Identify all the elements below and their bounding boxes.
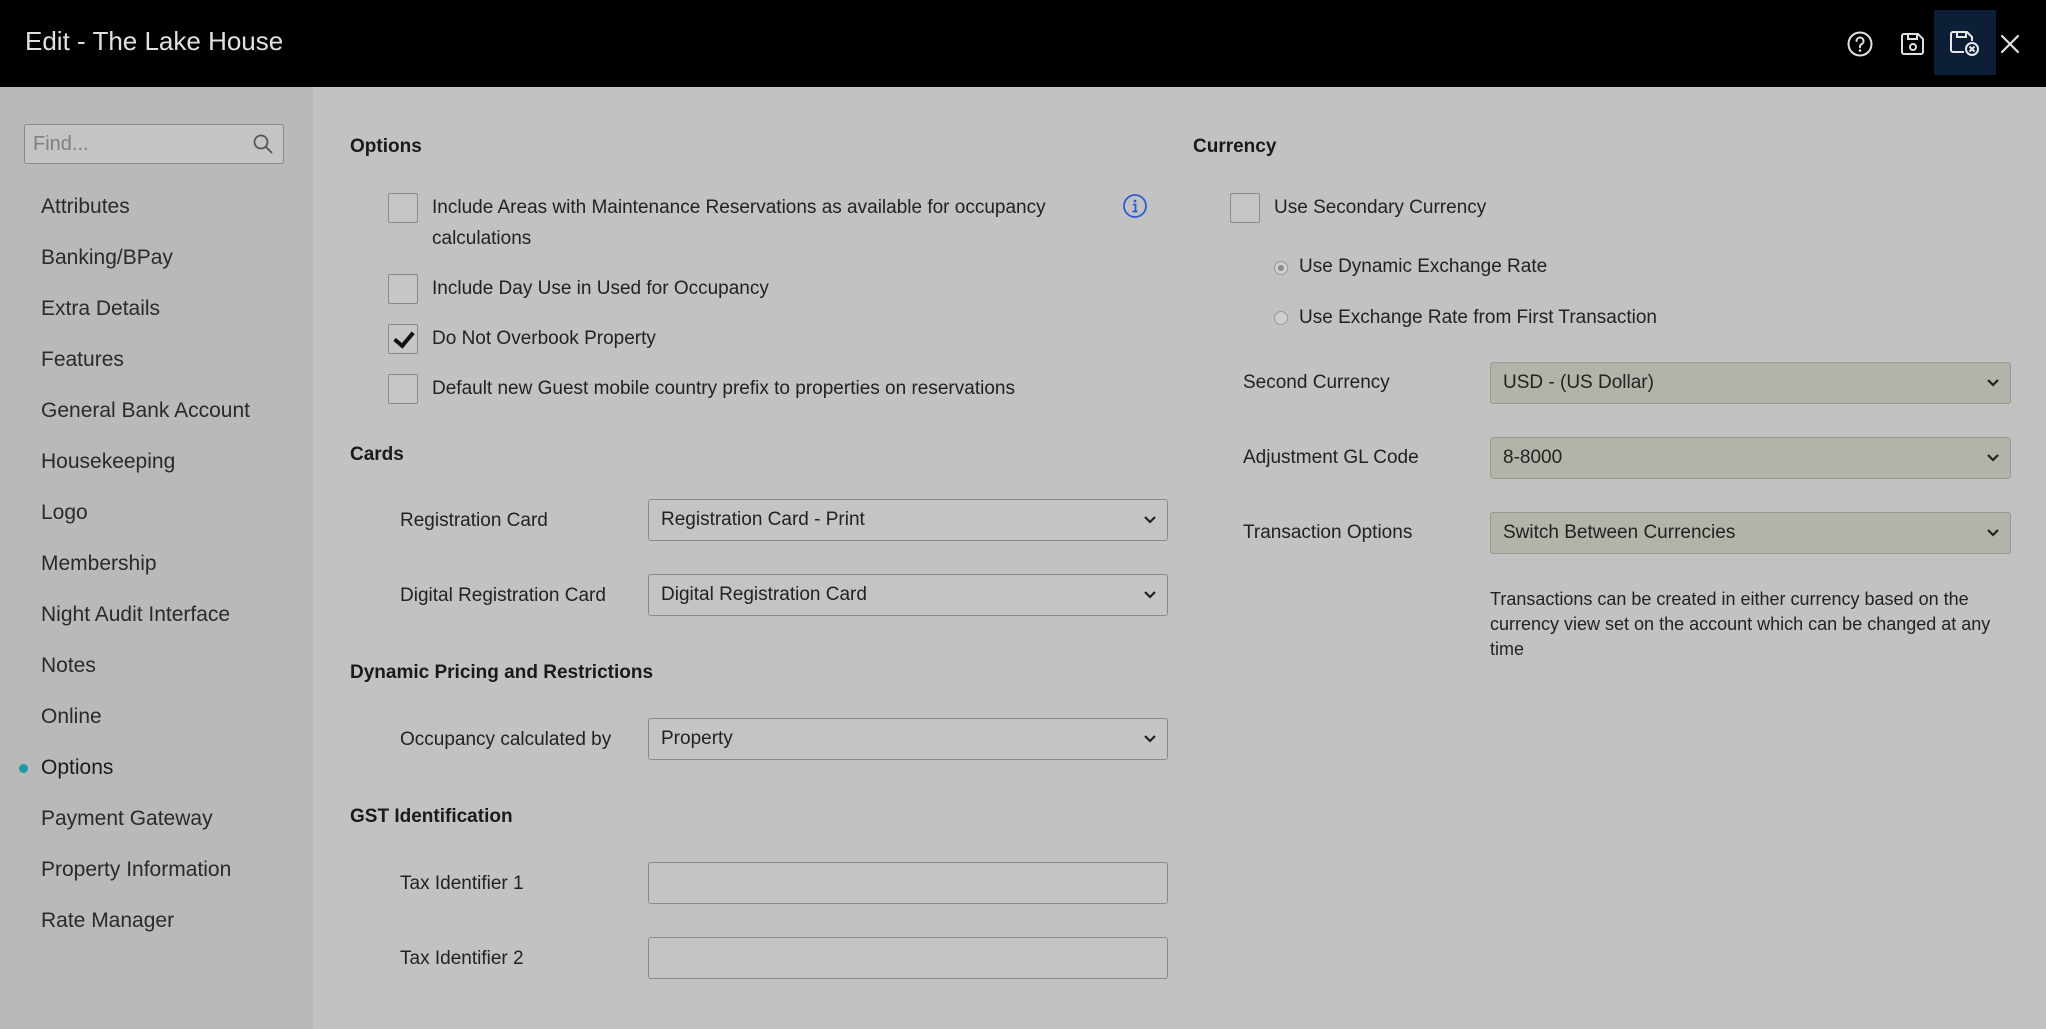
cards-heading: Cards bbox=[350, 444, 404, 465]
default-mobile-prefix-label: Default new Guest mobile country prefix … bbox=[432, 378, 1015, 399]
digital-registration-card-value: Digital Registration Card bbox=[661, 584, 867, 605]
checkbox-default-mobile-prefix[interactable] bbox=[388, 374, 418, 404]
close-button[interactable] bbox=[1982, 0, 2038, 87]
sidebar-item-attributes[interactable]: Attributes bbox=[41, 195, 130, 219]
use-secondary-currency-label: Use Secondary Currency bbox=[1274, 197, 1487, 218]
header-bar: Edit - The Lake House bbox=[0, 0, 2046, 87]
dynamic-exchange-rate-label: Use Dynamic Exchange Rate bbox=[1299, 256, 1548, 277]
sidebar: Attributes Banking/BPay Extra Details Fe… bbox=[0, 87, 313, 1029]
transaction-options-select[interactable]: Switch Between Currencies bbox=[1490, 512, 2011, 554]
search-box bbox=[24, 124, 284, 164]
save-and-exit-icon bbox=[1950, 30, 1979, 56]
page-title: Edit - The Lake House bbox=[25, 26, 284, 56]
transaction-options-value: Switch Between Currencies bbox=[1503, 522, 1736, 543]
registration-card-value: Registration Card - Print bbox=[661, 509, 865, 530]
chevron-down-icon bbox=[1987, 379, 1999, 387]
transaction-options-helper-line3: time bbox=[1490, 639, 1525, 659]
sidebar-item-notes[interactable]: Notes bbox=[41, 654, 96, 678]
include-maintenance-label-line2: calculations bbox=[432, 228, 532, 249]
save-button[interactable] bbox=[1885, 0, 1941, 87]
help-icon bbox=[1847, 31, 1873, 56]
dynamic-pricing-heading: Dynamic Pricing and Restrictions bbox=[350, 662, 654, 683]
do-not-overbook-label: Do Not Overbook Property bbox=[432, 328, 656, 349]
info-icon[interactable] bbox=[1122, 193, 1148, 219]
currency-heading: Currency bbox=[1193, 136, 1277, 157]
occupancy-calculated-by-value: Property bbox=[661, 728, 733, 749]
close-icon bbox=[2000, 34, 2020, 53]
sidebar-item-options[interactable]: Options bbox=[41, 756, 113, 780]
checkbox-include-maintenance[interactable] bbox=[388, 193, 418, 223]
sidebar-item-payment-gateway[interactable]: Payment Gateway bbox=[41, 807, 213, 831]
include-maintenance-label: Include Areas with Maintenance Reservati… bbox=[432, 197, 1046, 218]
help-button[interactable] bbox=[1832, 0, 1888, 87]
registration-card-label: Registration Card bbox=[400, 510, 548, 531]
sidebar-item-extra-details[interactable]: Extra Details bbox=[41, 297, 160, 321]
sidebar-item-online[interactable]: Online bbox=[41, 705, 102, 729]
sidebar-item-general-bank-account[interactable]: General Bank Account bbox=[41, 399, 250, 423]
sidebar-item-property-information[interactable]: Property Information bbox=[41, 858, 231, 882]
tax-identifier-2-label: Tax Identifier 2 bbox=[400, 948, 524, 969]
tax-identifier-2-input[interactable] bbox=[648, 937, 1168, 979]
chevron-down-icon bbox=[1987, 454, 1999, 462]
transaction-options-helper-line1: Transactions can be created in either cu… bbox=[1490, 589, 1969, 609]
include-day-use-label: Include Day Use in Used for Occupancy bbox=[432, 278, 769, 299]
first-transaction-rate-label: Use Exchange Rate from First Transaction bbox=[1299, 307, 1657, 328]
save-icon bbox=[1901, 32, 1924, 55]
second-currency-label: Second Currency bbox=[1243, 372, 1390, 393]
tax-identifier-1-input[interactable] bbox=[648, 862, 1168, 904]
adjustment-gl-code-select[interactable]: 8-8000 bbox=[1490, 437, 2011, 479]
tax-identifier-1-label: Tax Identifier 1 bbox=[400, 873, 524, 894]
gst-identification-heading: GST Identification bbox=[350, 806, 513, 827]
checkbox-use-secondary-currency[interactable] bbox=[1230, 193, 1260, 223]
chevron-down-icon bbox=[1144, 735, 1156, 743]
occupancy-calculated-by-label: Occupancy calculated by bbox=[400, 729, 612, 750]
sidebar-item-logo[interactable]: Logo bbox=[41, 501, 88, 525]
chevron-down-icon bbox=[1144, 516, 1156, 524]
registration-card-select[interactable]: Registration Card - Print bbox=[648, 499, 1168, 541]
digital-registration-card-label: Digital Registration Card bbox=[400, 585, 606, 606]
search-icon[interactable] bbox=[253, 134, 273, 154]
transaction-options-helper-line2: currency view set on the account which c… bbox=[1490, 614, 1991, 634]
sidebar-item-rate-manager[interactable]: Rate Manager bbox=[41, 909, 174, 933]
transaction-options-label: Transaction Options bbox=[1243, 522, 1413, 543]
sidebar-item-banking-bpay[interactable]: Banking/BPay bbox=[41, 246, 173, 270]
digital-registration-card-select[interactable]: Digital Registration Card bbox=[648, 574, 1168, 616]
radio-first-transaction-rate[interactable] bbox=[1274, 311, 1288, 325]
sidebar-item-features[interactable]: Features bbox=[41, 348, 124, 372]
occupancy-calculated-by-select[interactable]: Property bbox=[648, 718, 1168, 760]
active-indicator-dot bbox=[19, 764, 28, 773]
adjustment-gl-code-value: 8-8000 bbox=[1503, 447, 1563, 468]
radio-dynamic-exchange-rate[interactable] bbox=[1274, 261, 1288, 275]
sidebar-item-night-audit-interface[interactable]: Night Audit Interface bbox=[41, 603, 230, 627]
checkbox-do-not-overbook[interactable] bbox=[388, 324, 418, 354]
adjustment-gl-code-label: Adjustment GL Code bbox=[1243, 447, 1419, 468]
sidebar-item-housekeeping[interactable]: Housekeeping bbox=[41, 450, 175, 474]
sidebar-item-membership[interactable]: Membership bbox=[41, 552, 157, 576]
checkbox-include-day-use[interactable] bbox=[388, 274, 418, 304]
chevron-down-icon bbox=[1144, 591, 1156, 599]
second-currency-select[interactable]: USD - (US Dollar) bbox=[1490, 362, 2011, 404]
second-currency-value: USD - (US Dollar) bbox=[1503, 372, 1654, 393]
search-input[interactable] bbox=[25, 125, 235, 163]
options-heading: Options bbox=[350, 136, 422, 157]
chevron-down-icon bbox=[1987, 529, 1999, 537]
